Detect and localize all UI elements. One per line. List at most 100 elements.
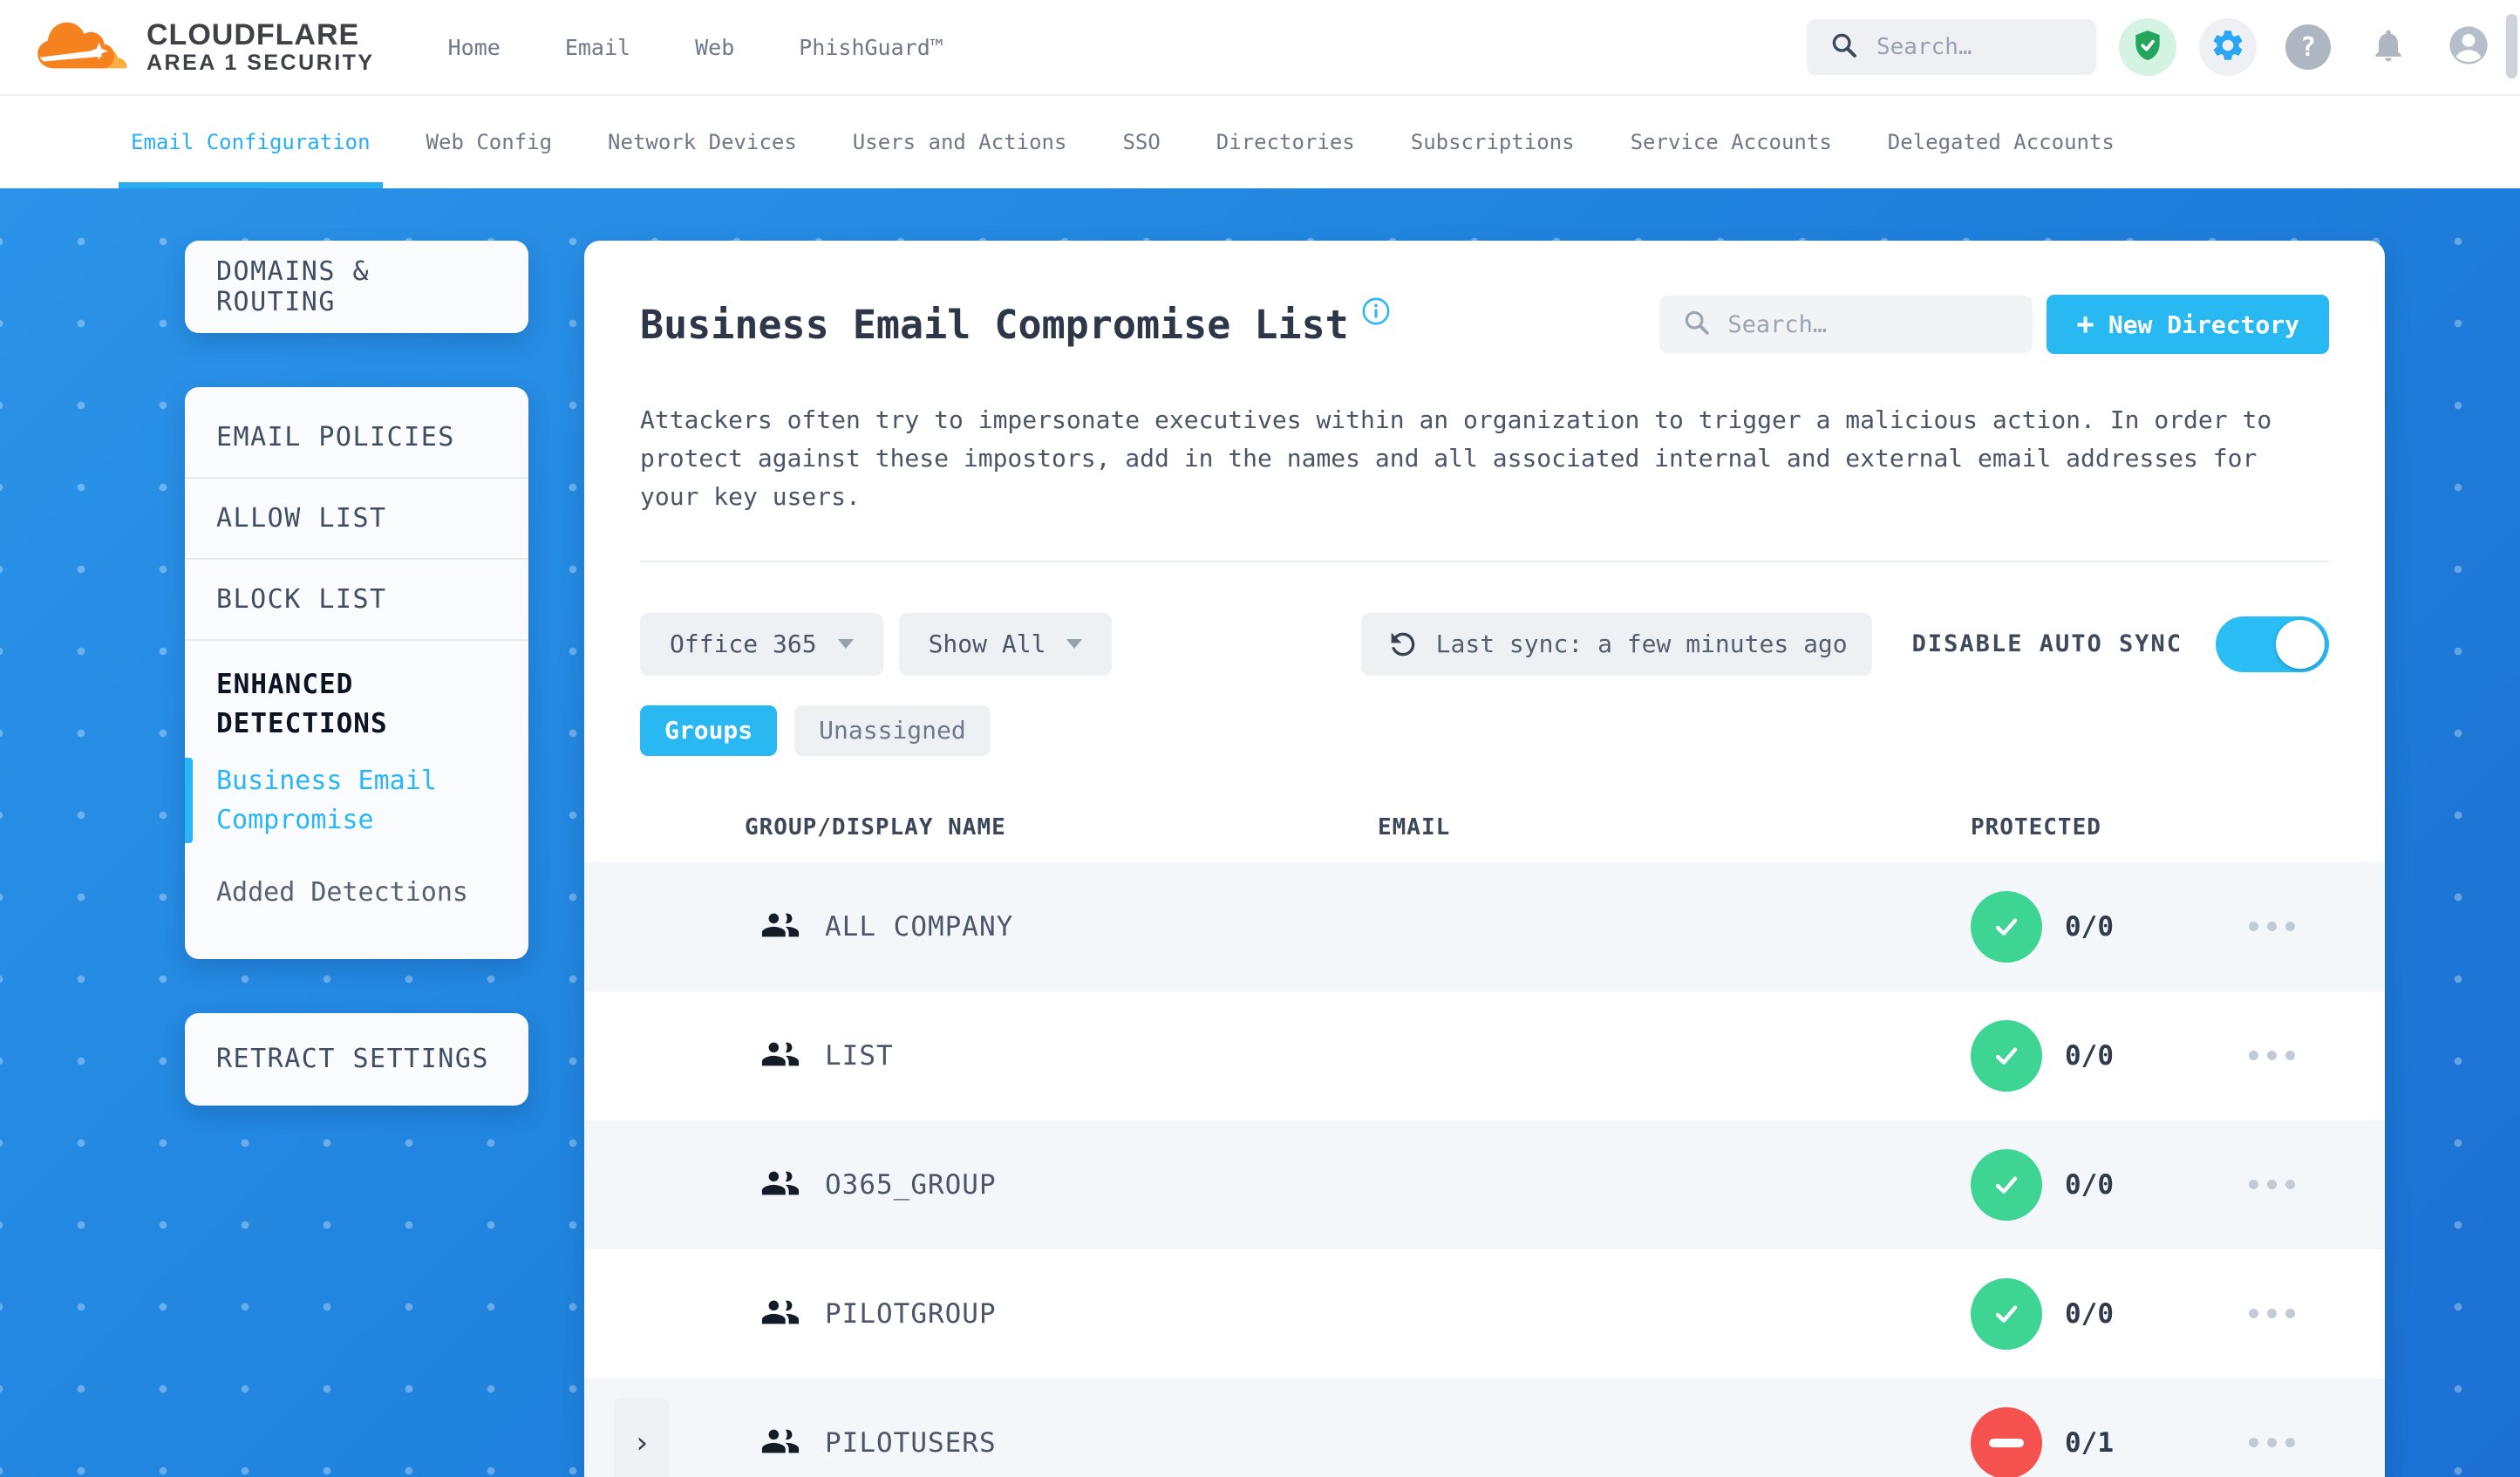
sidebar-item-label: Business Email Compromise <box>216 765 437 835</box>
column-header-email: EMAIL <box>1378 813 1451 841</box>
tab-item[interactable]: SSO <box>1122 96 1160 188</box>
top-nav-item[interactable]: Email <box>565 35 630 60</box>
tab-item-label: Network Devices <box>608 130 797 154</box>
groups-chip[interactable]: Groups <box>640 704 778 756</box>
cloudflare-cloud-icon <box>35 17 133 78</box>
top-nav-item[interactable]: Home <box>448 35 501 60</box>
sidebar-item-enhanced-detections[interactable]: ENHANCED DETECTIONS <box>185 641 528 752</box>
sidebar-item-business-email-compromise[interactable]: Business Email Compromise <box>185 752 528 848</box>
tab-item-label: Web Config <box>426 130 553 154</box>
sidebar-item-label: ENHANCED DETECTIONS <box>216 669 388 739</box>
sidebar-card-policies: EMAIL POLICIES ALLOW LIST BLOCK LIST ENH… <box>185 387 528 959</box>
list-search-input[interactable] <box>1727 310 2011 338</box>
notifications-button[interactable] <box>2360 18 2417 76</box>
directory-select-value: Office 365 <box>670 630 817 659</box>
new-directory-button[interactable]: + New Directory <box>2047 295 2329 354</box>
last-sync-label: Last sync: a few minutes ago <box>1435 630 1848 659</box>
table-body: ALL COMPANY 0/0 LIST 0/0 O365_GROUP 0/0 … <box>584 861 2385 1477</box>
sidebar-item-email-policies[interactable]: EMAIL POLICIES <box>185 398 528 479</box>
auto-sync-label: DISABLE AUTO SYNC <box>1911 630 2183 658</box>
row-menu-button[interactable] <box>2210 1309 2385 1319</box>
help-button[interactable]: ? <box>2279 18 2337 76</box>
user-icon <box>2446 23 2491 71</box>
sidebar-item-retract-settings[interactable]: RETRACT SETTINGS <box>185 1013 528 1106</box>
tab-item[interactable]: Service Accounts <box>1631 96 1832 188</box>
protected-count: 0/1 <box>2065 1426 2114 1459</box>
top-nav-item[interactable]: Web <box>695 35 734 60</box>
row-menu-button[interactable] <box>2210 922 2385 932</box>
settings-button[interactable] <box>2199 18 2257 76</box>
show-filter-value: Show All <box>928 630 1046 659</box>
search-icon <box>1682 308 1712 341</box>
top-nav-item-label: Web <box>695 34 735 60</box>
sidebar-item-allow-list[interactable]: ALLOW LIST <box>185 479 528 560</box>
sidebar-item-domains-routing[interactable]: DOMAINS & ROUTING <box>185 241 528 333</box>
search-icon <box>1829 31 1859 64</box>
ellipsis-icon <box>2267 1180 2277 1190</box>
ellipsis-icon <box>2267 922 2277 932</box>
row-menu-button[interactable] <box>2210 1180 2385 1190</box>
ellipsis-icon <box>2249 1438 2258 1448</box>
ellipsis-icon <box>2267 1309 2277 1319</box>
tab-item-label: Users and Actions <box>852 130 1067 154</box>
table-row: ALL COMPANY 0/0 <box>584 861 2385 991</box>
ellipsis-icon <box>2267 1438 2277 1448</box>
protected-status-icon <box>1971 1277 2042 1350</box>
tab-item[interactable]: Users and Actions <box>853 96 1067 188</box>
protected-count: 0/0 <box>2065 910 2114 943</box>
sidebar-item-label: EMAIL POLICIES <box>216 422 455 453</box>
directory-select[interactable]: Office 365 <box>640 612 883 676</box>
global-search-input[interactable] <box>1876 34 2074 60</box>
show-filter-select[interactable]: Show All <box>898 612 1113 676</box>
sidebar-item-label: RETRACT SETTINGS <box>216 1044 489 1075</box>
sidebar-card-domains: DOMAINS & ROUTING <box>185 241 528 333</box>
top-nav-item-label: PhishGuard™ <box>799 34 943 60</box>
security-status-button[interactable] <box>2119 18 2176 76</box>
info-icon[interactable] <box>1361 296 1391 330</box>
tab-item[interactable]: Network Devices <box>608 96 797 188</box>
help-icon: ? <box>2285 24 2331 70</box>
group-icon <box>760 1163 800 1207</box>
top-bar-right: ? <box>1807 18 2497 76</box>
page-scrollbar[interactable] <box>2506 14 2517 78</box>
sidebar-item-block-list[interactable]: BLOCK LIST <box>185 560 528 641</box>
ellipsis-icon <box>2285 922 2295 932</box>
row-menu-button[interactable] <box>2210 1051 2385 1061</box>
sidebar-item-label: Added Detections <box>216 876 468 908</box>
tab-item[interactable]: Web Config <box>426 96 553 188</box>
column-header-name: GROUP/DISPLAY NAME <box>745 813 1006 841</box>
tab-item[interactable]: Email Configuration <box>119 96 383 188</box>
unassigned-chip[interactable]: Unassigned <box>794 704 991 756</box>
page-description: Attackers often try to impersonate execu… <box>640 405 2272 512</box>
auto-sync-toggle[interactable] <box>2216 616 2329 672</box>
group-name: PILOTGROUP <box>825 1297 997 1330</box>
ellipsis-icon <box>2249 1051 2258 1061</box>
divider <box>640 560 2329 562</box>
toggle-knob <box>2276 619 2325 669</box>
unassigned-chip-label: Unassigned <box>819 716 966 745</box>
sidebar-item-added-detections[interactable]: Added Detections <box>185 864 528 921</box>
tab-item-label: Subscriptions <box>1410 130 1575 154</box>
tab-item[interactable]: Directories <box>1216 96 1355 188</box>
tab-item-label: Directories <box>1216 130 1355 154</box>
protected-count: 0/0 <box>2065 1297 2114 1330</box>
list-search[interactable] <box>1659 296 2033 353</box>
group-name: PILOTUSERS <box>825 1426 997 1459</box>
tab-item[interactable]: Subscriptions <box>1411 96 1575 188</box>
shield-check-icon <box>2130 28 2165 66</box>
ellipsis-icon <box>2285 1309 2295 1319</box>
row-menu-button[interactable] <box>2210 1438 2385 1448</box>
tab-item[interactable]: Delegated Accounts <box>1888 96 2115 188</box>
sidebar-item-label: BLOCK LIST <box>216 584 387 615</box>
sidebar-item-label: DOMAINS & ROUTING <box>216 256 371 317</box>
top-nav-item[interactable]: PhishGuard™ <box>799 35 943 60</box>
account-button[interactable] <box>2440 18 2497 76</box>
global-search[interactable] <box>1807 19 2096 75</box>
table-row: LIST 0/0 <box>584 990 2385 1120</box>
tab-item-label: Email Configuration <box>131 130 371 154</box>
minus-icon <box>1989 1438 2024 1447</box>
row-expander-button[interactable]: › <box>614 1397 670 1477</box>
tab-bar: Email Configuration Web Config Network Dev… <box>0 96 2520 188</box>
page-title: Business Email Compromise List <box>640 301 1349 348</box>
last-sync-button[interactable]: Last sync: a few minutes ago <box>1360 612 1872 676</box>
